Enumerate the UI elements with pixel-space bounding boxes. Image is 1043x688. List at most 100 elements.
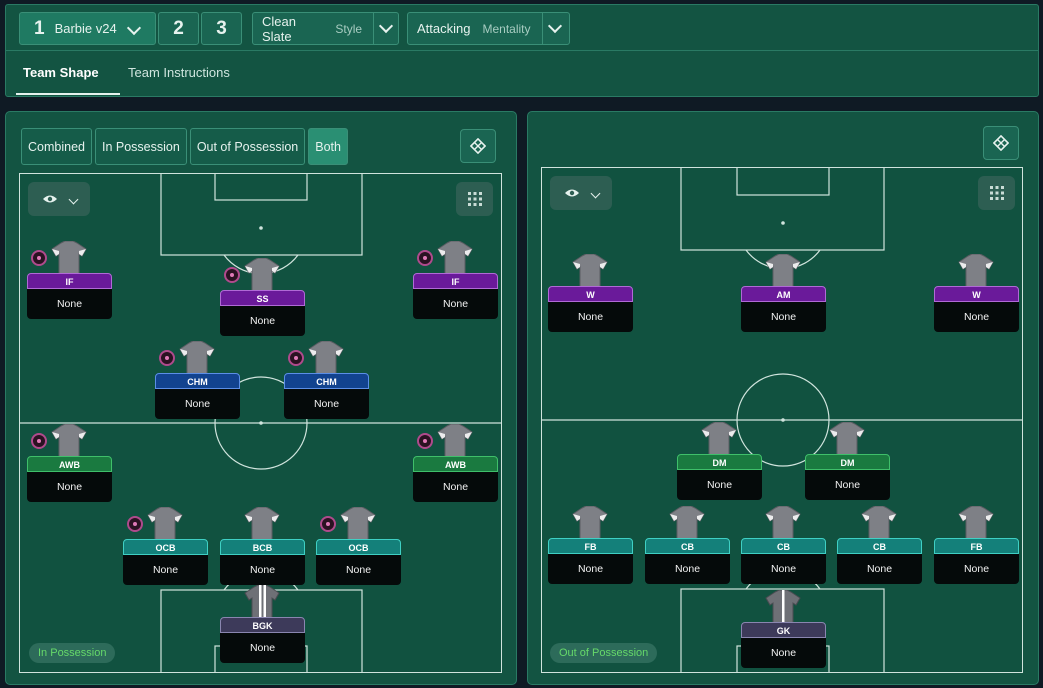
view-toggle[interactable] — [28, 182, 90, 216]
player-role: W — [548, 286, 633, 302]
player-name: None — [677, 470, 762, 500]
player-role: DM — [805, 454, 890, 470]
trait-icon — [127, 516, 143, 532]
trait-icon — [31, 433, 47, 449]
player-role: IF — [413, 273, 498, 289]
player-name: None — [316, 555, 401, 585]
player-slot[interactable]: FB None — [548, 506, 633, 584]
player-slot[interactable]: DM None — [805, 422, 890, 500]
trait-icon — [224, 267, 240, 283]
phase-toggle: Combined In Possession Out of Possession… — [21, 128, 348, 165]
tab-team-shape[interactable]: Team Shape — [23, 65, 99, 80]
shirt-icon — [51, 424, 87, 458]
shirt-icon — [572, 506, 608, 540]
shirt-icon — [765, 506, 801, 540]
player-slot[interactable]: CHM None — [284, 341, 369, 419]
player-role: IF — [27, 273, 112, 289]
player-slot[interactable]: CB None — [741, 506, 826, 584]
player-slot[interactable]: CHM None — [155, 341, 240, 419]
trait-icon — [417, 433, 433, 449]
player-slot[interactable]: BGK None — [220, 585, 305, 663]
pitch-in-possession: In Possession IF None SS None IF None CH… — [19, 173, 502, 673]
trait-icon — [320, 516, 336, 532]
player-slot[interactable]: CB None — [837, 506, 922, 584]
player-role: AM — [741, 286, 826, 302]
player-slot[interactable]: CB None — [645, 506, 730, 584]
player-slot[interactable]: SS None — [220, 258, 305, 336]
player-name: None — [123, 555, 208, 585]
eye-icon — [564, 189, 579, 197]
tactics-board-button[interactable] — [983, 126, 1019, 160]
player-slot[interactable]: AM None — [741, 254, 826, 332]
player-role: CHM — [284, 373, 369, 389]
player-role: BCB — [220, 539, 305, 555]
player-name: None — [741, 638, 826, 668]
player-name: None — [27, 289, 112, 319]
shirt-icon — [669, 506, 705, 540]
player-role: CB — [645, 538, 730, 554]
trait-icon — [31, 250, 47, 266]
player-role: AWB — [27, 456, 112, 472]
player-role: GK — [741, 622, 826, 638]
style-label: Clean Slate — [262, 13, 296, 44]
formation-grid-toggle[interactable] — [456, 182, 493, 216]
tactic-selector[interactable]: 1 Barbie v24 — [19, 12, 156, 45]
shirt-icon — [829, 422, 865, 456]
style-dropdown[interactable]: Clean Slate Style — [252, 12, 399, 45]
player-slot[interactable]: OCB None — [316, 507, 401, 585]
player-slot[interactable]: OCB None — [123, 507, 208, 585]
player-name: None — [741, 302, 826, 332]
player-slot[interactable]: AWB None — [413, 424, 498, 502]
formation-grid-toggle[interactable] — [978, 176, 1015, 210]
player-slot[interactable]: GK None — [741, 590, 826, 668]
phase-both-button[interactable]: Both — [308, 128, 348, 165]
player-role: OCB — [123, 539, 208, 555]
chevron-down-icon — [590, 184, 600, 202]
trait-icon — [417, 250, 433, 266]
player-slot[interactable]: IF None — [27, 241, 112, 319]
player-slot[interactable]: IF None — [413, 241, 498, 319]
player-name: None — [220, 633, 305, 663]
shirt-icon — [958, 254, 994, 288]
tactics-header: 1 Barbie v24 2 3 Clean Slate Style Attac… — [5, 4, 1039, 97]
tactic-slot-3[interactable]: 3 — [201, 12, 242, 45]
formation-grid-icon — [467, 192, 482, 206]
style-value: Style — [335, 21, 363, 36]
player-role: W — [934, 286, 1019, 302]
shirt-icon — [765, 254, 801, 288]
player-name: None — [413, 472, 498, 502]
phase-label: In Possession — [29, 643, 116, 663]
view-toggle[interactable] — [550, 176, 612, 210]
shirt-icon — [244, 507, 280, 541]
phase-combined-button[interactable]: Combined — [21, 128, 92, 165]
player-name: None — [741, 554, 826, 584]
player-slot[interactable]: AWB None — [27, 424, 112, 502]
shirt-icon — [437, 241, 473, 275]
shirt-icon — [51, 241, 87, 275]
chevron-down-icon — [373, 13, 398, 44]
player-name: None — [645, 554, 730, 584]
tab-team-instructions[interactable]: Team Instructions — [128, 65, 230, 80]
tactics-board-icon — [470, 138, 486, 154]
tactics-board-button[interactable] — [460, 129, 496, 163]
player-slot[interactable]: W None — [934, 254, 1019, 332]
player-role: CB — [741, 538, 826, 554]
player-slot[interactable]: BCB None — [220, 507, 305, 585]
mentality-dropdown[interactable]: Attacking Mentality — [407, 12, 570, 45]
player-role: DM — [677, 454, 762, 470]
active-tab-indicator — [16, 93, 120, 95]
phase-in-possession-button[interactable]: In Possession — [94, 128, 187, 165]
shirt-icon — [308, 341, 344, 375]
tactic-slot-2[interactable]: 2 — [158, 12, 199, 45]
shirt-icon — [701, 422, 737, 456]
phase-out-of-possession-button[interactable]: Out of Possession — [189, 128, 306, 165]
chevron-down-icon — [68, 190, 78, 208]
shirt-icon — [861, 506, 897, 540]
player-name: None — [548, 554, 633, 584]
shirt-icon — [147, 507, 183, 541]
player-slot[interactable]: W None — [548, 254, 633, 332]
player-name: None — [805, 470, 890, 500]
player-slot[interactable]: DM None — [677, 422, 762, 500]
tactic-number: 1 — [34, 17, 45, 39]
player-slot[interactable]: FB None — [934, 506, 1019, 584]
